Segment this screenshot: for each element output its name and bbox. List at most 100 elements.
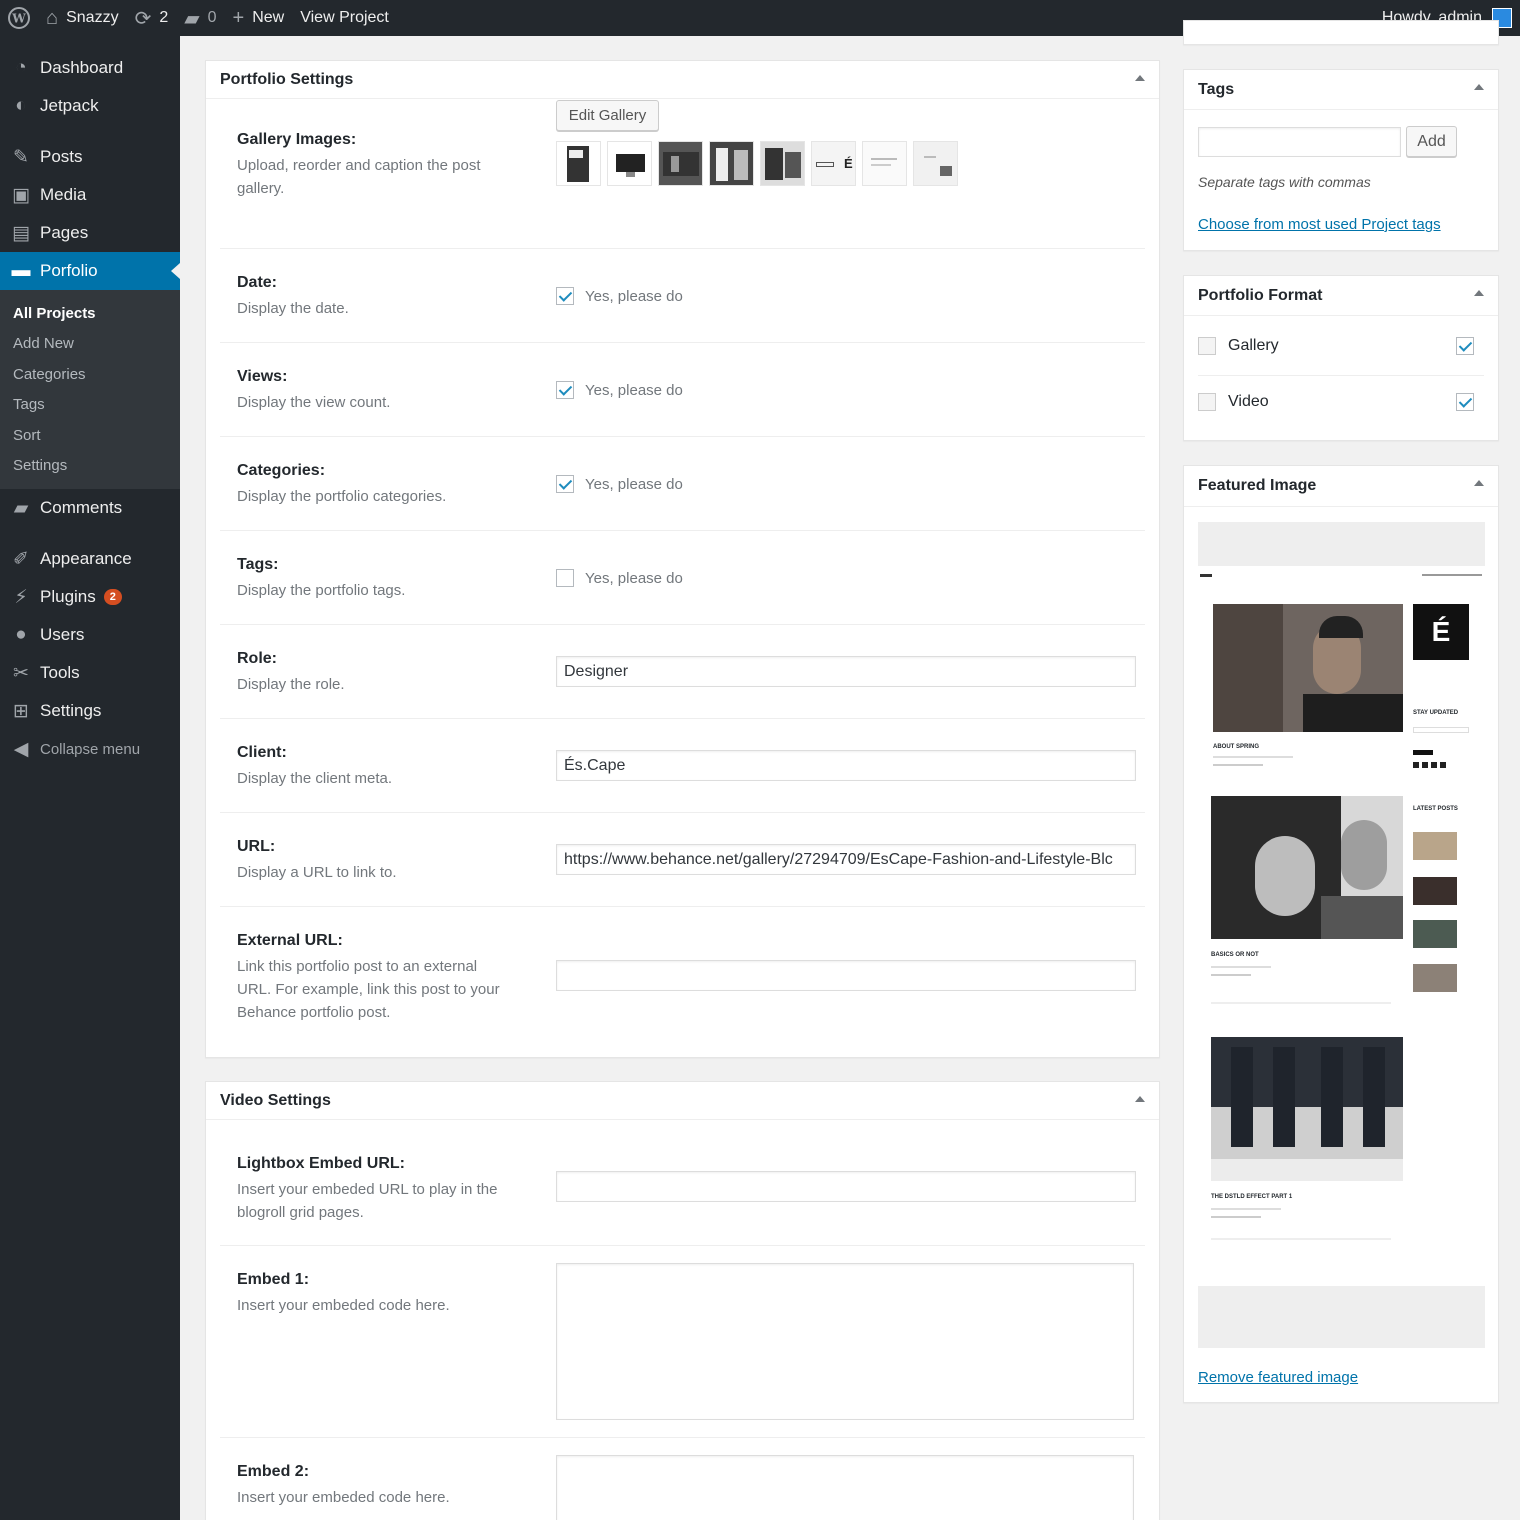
date-checkbox[interactable] [556, 287, 574, 305]
sliders-icon: ⊞ [13, 700, 29, 722]
views-checkbox-wrap[interactable]: Yes, please do [556, 381, 683, 399]
external-url-row: External URL: Link this portfolio post t… [220, 907, 1145, 1047]
add-tag-button[interactable]: Add [1406, 126, 1457, 157]
updates-link[interactable]: ⟳ 2 [127, 0, 177, 36]
collapse-toggle-icon[interactable] [1474, 480, 1484, 486]
field-description: Display the portfolio tags. [237, 582, 406, 599]
external-url-input[interactable] [556, 960, 1136, 991]
gallery-thumbnail[interactable] [556, 141, 601, 186]
home-icon: ⌂ [46, 6, 59, 29]
client-input[interactable]: És.Cape [556, 750, 1136, 781]
most-used-tags-link[interactable]: Choose from most used Project tags [1198, 216, 1441, 233]
portfolio-submenu: All Projects Add New Categories Tags Sor… [0, 290, 180, 489]
portfolio-settings-header[interactable]: Portfolio Settings [206, 61, 1159, 99]
comments-link[interactable]: ▰ 0 [176, 0, 224, 36]
preview-post-image [1211, 796, 1403, 939]
lightbox-url-input[interactable] [556, 1171, 1136, 1202]
gallery-row: Gallery Images: Upload, reorder and capt… [220, 100, 1145, 249]
gallery-thumbnail[interactable] [607, 141, 652, 186]
portfolio-format-header[interactable]: Portfolio Format [1184, 276, 1498, 316]
gallery-format-checkbox[interactable] [1456, 337, 1474, 355]
categories-checkbox[interactable] [556, 475, 574, 493]
categories-checkbox-wrap[interactable]: Yes, please do [556, 475, 683, 493]
tags-box-header[interactable]: Tags [1184, 70, 1498, 110]
field-description: Display the date. [237, 300, 349, 317]
tags-box: Tags Add Separate tags with commas Choos… [1183, 69, 1499, 251]
field-description: Display a URL to link to. [237, 864, 397, 881]
menu-portfolio[interactable]: ▬ Porfolio [0, 252, 180, 290]
gallery-thumbnail[interactable] [709, 141, 754, 186]
tags-checkbox-wrap[interactable]: Yes, please do [556, 569, 683, 587]
field-label: Categories: [237, 462, 326, 479]
submenu-settings[interactable]: Settings [0, 451, 180, 482]
field-label: Role: [237, 650, 277, 667]
gallery-thumbnail[interactable] [913, 141, 958, 186]
menu-users[interactable]: ● Users [0, 616, 180, 654]
gallery-thumbnail[interactable] [760, 141, 805, 186]
menu-tools[interactable]: ✂ Tools [0, 654, 180, 692]
role-input[interactable]: Designer [556, 656, 1136, 687]
new-tag-input[interactable] [1198, 127, 1401, 157]
menu-comments[interactable]: ▰ Comments [0, 489, 180, 527]
menu-pages[interactable]: ▤ Pages [0, 214, 180, 252]
gallery-thumbnail[interactable] [658, 141, 703, 186]
submenu-categories[interactable]: Categories [0, 359, 180, 390]
edit-gallery-button[interactable]: Edit Gallery [556, 100, 659, 131]
folder-icon: ▬ [11, 260, 31, 281]
embed1-textarea[interactable] [556, 1263, 1134, 1420]
menu-appearance[interactable]: ✐ Appearance [0, 540, 180, 578]
menu-jetpack[interactable]: ◐ Jetpack [0, 87, 180, 125]
updates-count: 2 [159, 9, 169, 26]
logo-letter: É [1431, 616, 1451, 647]
field-description: Display the role. [237, 676, 345, 693]
collapse-toggle-icon[interactable] [1474, 84, 1484, 90]
menu-media[interactable]: ▣ Media [0, 176, 180, 214]
field-label: External URL: [237, 932, 343, 949]
url-input[interactable]: https://www.behance.net/gallery/27294709… [556, 844, 1136, 875]
box-title: Featured Image [1198, 477, 1317, 494]
submenu-sort[interactable]: Sort [0, 420, 180, 451]
submenu-tags[interactable]: Tags [0, 390, 180, 421]
field-label: Client: [237, 744, 287, 761]
preview-sidebar-logo: É [1413, 604, 1469, 660]
menu-settings[interactable]: ⊞ Settings [0, 692, 180, 730]
new-content-link[interactable]: + New [225, 0, 293, 36]
views-checkbox[interactable] [556, 381, 574, 399]
collapse-toggle-icon[interactable] [1135, 1096, 1145, 1102]
menu-posts[interactable]: ✎ Posts [0, 138, 180, 176]
field-label: Lightbox Embed URL: [237, 1155, 405, 1172]
gallery-thumbnail[interactable]: É [811, 141, 856, 186]
collapse-toggle-icon[interactable] [1135, 75, 1145, 81]
featured-image-header[interactable]: Featured Image [1184, 466, 1498, 507]
video-format-checkbox[interactable] [1456, 393, 1474, 411]
field-description: Upload, reorder and caption the post gal… [237, 157, 481, 197]
submenu-add-new[interactable]: Add New [0, 329, 180, 360]
categories-row: Categories: Display the portfolio catego… [220, 437, 1145, 531]
video-settings-header[interactable]: Video Settings [206, 1082, 1159, 1120]
tags-checkbox[interactable] [556, 569, 574, 587]
remove-featured-image-link[interactable]: Remove featured image [1198, 1369, 1358, 1386]
plug-icon: ⚡ [14, 586, 28, 608]
date-checkbox-wrap[interactable]: Yes, please do [556, 287, 683, 305]
gallery-thumbnail[interactable] [862, 141, 907, 186]
format-option-gallery[interactable]: Gallery [1198, 317, 1484, 376]
menu-plugins[interactable]: ⚡ Plugins 2 [0, 578, 180, 616]
collapse-menu-button[interactable]: ◀ Collapse menu [0, 730, 180, 768]
preview-latest-posts: LATEST POSTS [1413, 806, 1458, 812]
field-label: Embed 1: [237, 1271, 310, 1288]
site-name: Snazzy [66, 9, 119, 26]
view-project-link[interactable]: View Project [292, 0, 397, 36]
featured-image-preview[interactable]: É ABOUT SPRING STAY UPDATED BASICS OR NO… [1198, 522, 1485, 1348]
field-description: Insert your embeded code here. [237, 1297, 450, 1314]
submenu-all-projects[interactable]: All Projects [0, 298, 180, 329]
format-option-video[interactable]: Video [1198, 376, 1484, 428]
wordpress-logo[interactable]: W [0, 0, 38, 36]
embed2-textarea[interactable] [556, 1455, 1134, 1520]
embed2-row: Embed 2: Insert your embeded code here. [220, 1438, 1145, 1520]
portfolio-settings-box: Portfolio Settings Gallery Images: Uploa… [205, 60, 1160, 1058]
brush-icon: ✐ [13, 548, 29, 570]
format-label: Gallery [1228, 337, 1279, 354]
collapse-toggle-icon[interactable] [1474, 290, 1484, 296]
menu-dashboard[interactable]: ◔ Dashboard [0, 49, 180, 87]
site-name-link[interactable]: ⌂ Snazzy [38, 0, 127, 36]
